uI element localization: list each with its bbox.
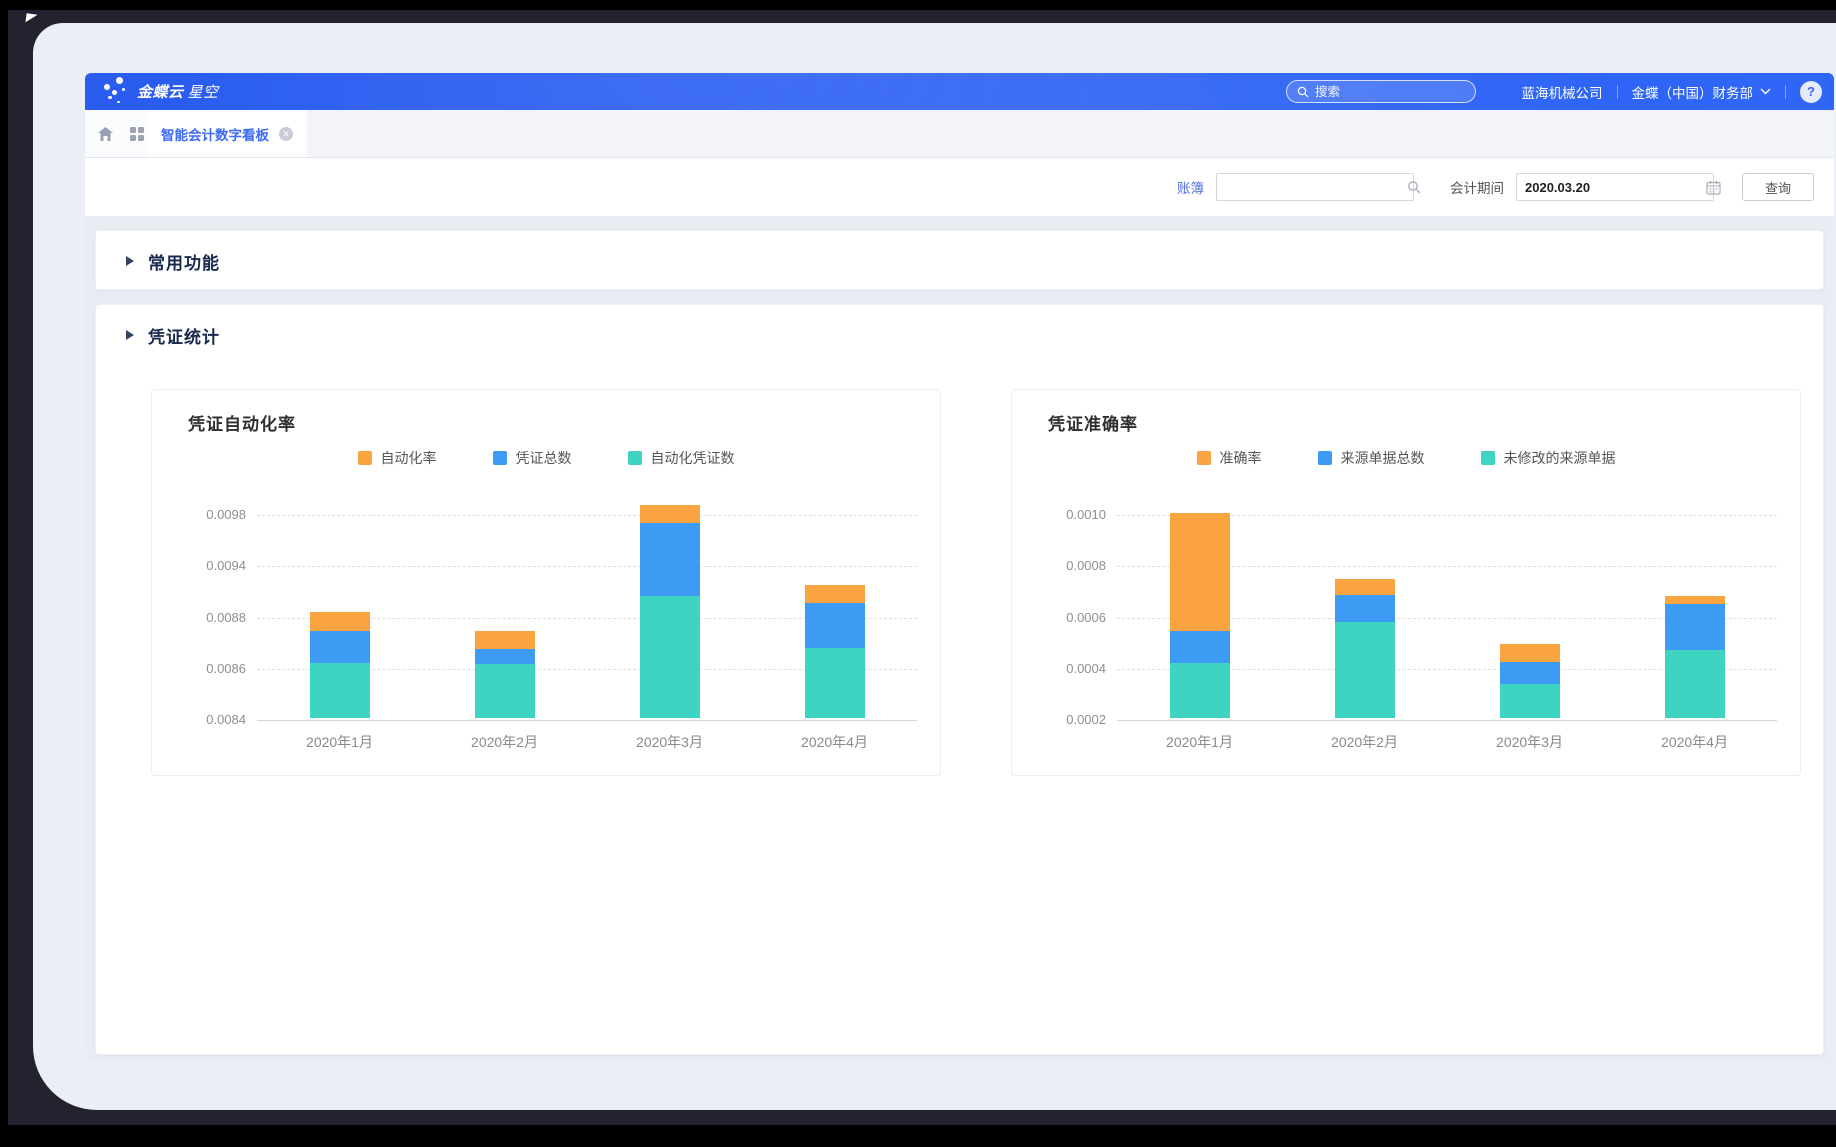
logo-text-bold: 金蝶云 — [137, 84, 184, 101]
bar-segment[interactable] — [1170, 631, 1230, 663]
collapse-arrow-icon — [126, 256, 134, 266]
logo-text-light: 星空 — [188, 84, 219, 101]
bar-segment[interactable] — [310, 612, 370, 631]
bar-segment[interactable] — [310, 631, 370, 663]
y-tick-label: 0.0098 — [154, 507, 246, 522]
x-category-label: 2020年1月 — [1117, 732, 1282, 752]
x-axis-line — [1117, 720, 1777, 721]
y-tick-label: 0.0008 — [1014, 558, 1106, 573]
app-window: 金蝶云星空 蓝海机械公司 金蝶（中国）财务部 ? — [33, 23, 1836, 1110]
chart-plot-area: 0.00980.00940.00880.00860.00842020年1月202… — [152, 390, 940, 775]
x-category-label: 2020年4月 — [1612, 732, 1777, 752]
section-voucher-statistics: 凭证统计 凭证自动化率 自动化率凭证总数自动化凭证数 0.00980.00940… — [95, 304, 1824, 1055]
x-axis-line — [257, 720, 917, 721]
section-common-functions: 常用功能 — [95, 230, 1824, 290]
department-menu[interactable]: 金蝶（中国）财务部 — [1632, 82, 1772, 102]
x-category-label: 2020年4月 — [752, 732, 917, 752]
period-input-wrap — [1516, 173, 1714, 201]
filter-bar: 账簿 会计期间 — [85, 158, 1834, 216]
period-input[interactable] — [1525, 180, 1700, 195]
chevron-down-icon — [1760, 88, 1771, 95]
topbar-divider — [1785, 85, 1786, 99]
global-search[interactable] — [1286, 80, 1476, 103]
collapse-arrow-icon — [126, 330, 134, 340]
bar-segment[interactable] — [1665, 604, 1725, 650]
bar-segment[interactable] — [475, 631, 535, 649]
bar-segment[interactable] — [640, 596, 700, 718]
bar-segment[interactable] — [1500, 662, 1560, 685]
company-name[interactable]: 蓝海机械公司 — [1522, 82, 1603, 102]
x-category-label: 2020年2月 — [422, 732, 587, 752]
y-tick-label: 0.0006 — [1014, 610, 1106, 625]
department-name: 金蝶（中国）财务部 — [1632, 82, 1754, 102]
bar-segment[interactable] — [1170, 513, 1230, 631]
bar-segment[interactable] — [1335, 579, 1395, 595]
tab-label: 智能会计数字看板 — [161, 124, 269, 144]
mouse-cursor — [25, 13, 37, 23]
tab-bar-icons — [85, 110, 149, 157]
section-title: 凭证统计 — [148, 323, 220, 348]
bar-segment[interactable] — [1500, 644, 1560, 662]
bar-segment[interactable] — [805, 648, 865, 718]
x-category-label: 2020年2月 — [1282, 732, 1447, 752]
bar-segment[interactable] — [1665, 596, 1725, 604]
bar-segment[interactable] — [640, 505, 700, 523]
tab-smart-accounting-dashboard[interactable]: 智能会计数字看板 ✕ — [149, 110, 307, 157]
tab-close-icon[interactable]: ✕ — [279, 127, 293, 141]
bar-segment[interactable] — [640, 523, 700, 596]
home-icon[interactable] — [97, 126, 114, 142]
kingdee-logo[interactable]: 金蝶云星空 — [103, 73, 219, 110]
search-icon[interactable] — [1407, 180, 1421, 194]
topbar-divider — [1617, 85, 1618, 99]
x-category-label: 2020年3月 — [1447, 732, 1612, 752]
section-common-header[interactable]: 常用功能 — [126, 231, 220, 291]
kingdee-logo-icon — [103, 77, 129, 107]
y-tick-label: 0.0002 — [1014, 712, 1106, 727]
section-title: 常用功能 — [148, 249, 220, 274]
chart-card-accuracy-rate: 凭证准确率 准确率来源单据总数未修改的来源单据 0.00100.00080.00… — [1011, 389, 1801, 776]
logo-text: 金蝶云星空 — [137, 81, 219, 102]
search-icon — [1297, 86, 1309, 98]
chart-card-automation-rate: 凭证自动化率 自动化率凭证总数自动化凭证数 0.00980.00940.0088… — [151, 389, 941, 776]
bar-segment[interactable] — [475, 649, 535, 664]
chart-plot-area: 0.00100.00080.00060.00040.00022020年1月202… — [1012, 390, 1800, 775]
bar-segment[interactable] — [1335, 622, 1395, 718]
screen: 金蝶云星空 蓝海机械公司 金蝶（中国）财务部 ? — [0, 0, 1836, 1147]
book-label: 账簿 — [1177, 177, 1204, 197]
bar-segment[interactable] — [475, 664, 535, 718]
y-tick-label: 0.0004 — [1014, 661, 1106, 676]
search-input[interactable] — [1315, 85, 1455, 99]
bar-segment[interactable] — [1500, 684, 1560, 718]
bar-segment[interactable] — [310, 663, 370, 718]
top-navigation-bar: 金蝶云星空 蓝海机械公司 金蝶（中国）财务部 ? — [85, 73, 1834, 110]
bar-segment[interactable] — [805, 603, 865, 648]
y-tick-label: 0.0088 — [154, 610, 246, 625]
main-content: 智能会计数字看板 ✕ 账簿 — [85, 110, 1834, 1063]
book-input-wrap — [1216, 173, 1414, 201]
gridline — [257, 566, 917, 567]
y-tick-label: 0.0086 — [154, 661, 246, 676]
bar-segment[interactable] — [1335, 595, 1395, 622]
tab-bar: 智能会计数字看板 ✕ — [85, 110, 1834, 158]
y-tick-label: 0.0094 — [154, 558, 246, 573]
y-tick-label: 0.0084 — [154, 712, 246, 727]
calendar-icon[interactable] — [1706, 180, 1721, 195]
y-tick-label: 0.0010 — [1014, 507, 1106, 522]
x-category-label: 2020年1月 — [257, 732, 422, 752]
section-stats-header[interactable]: 凭证统计 — [126, 305, 220, 365]
help-icon[interactable]: ? — [1800, 81, 1822, 103]
apps-grid-icon[interactable] — [130, 127, 144, 141]
query-button[interactable]: 查询 — [1742, 173, 1814, 201]
x-category-label: 2020年3月 — [587, 732, 752, 752]
bar-segment[interactable] — [805, 585, 865, 603]
bar-segment[interactable] — [1665, 650, 1725, 718]
gridline — [257, 515, 917, 516]
period-label: 会计期间 — [1450, 177, 1504, 197]
bar-segment[interactable] — [1170, 663, 1230, 718]
book-input[interactable] — [1225, 180, 1401, 195]
